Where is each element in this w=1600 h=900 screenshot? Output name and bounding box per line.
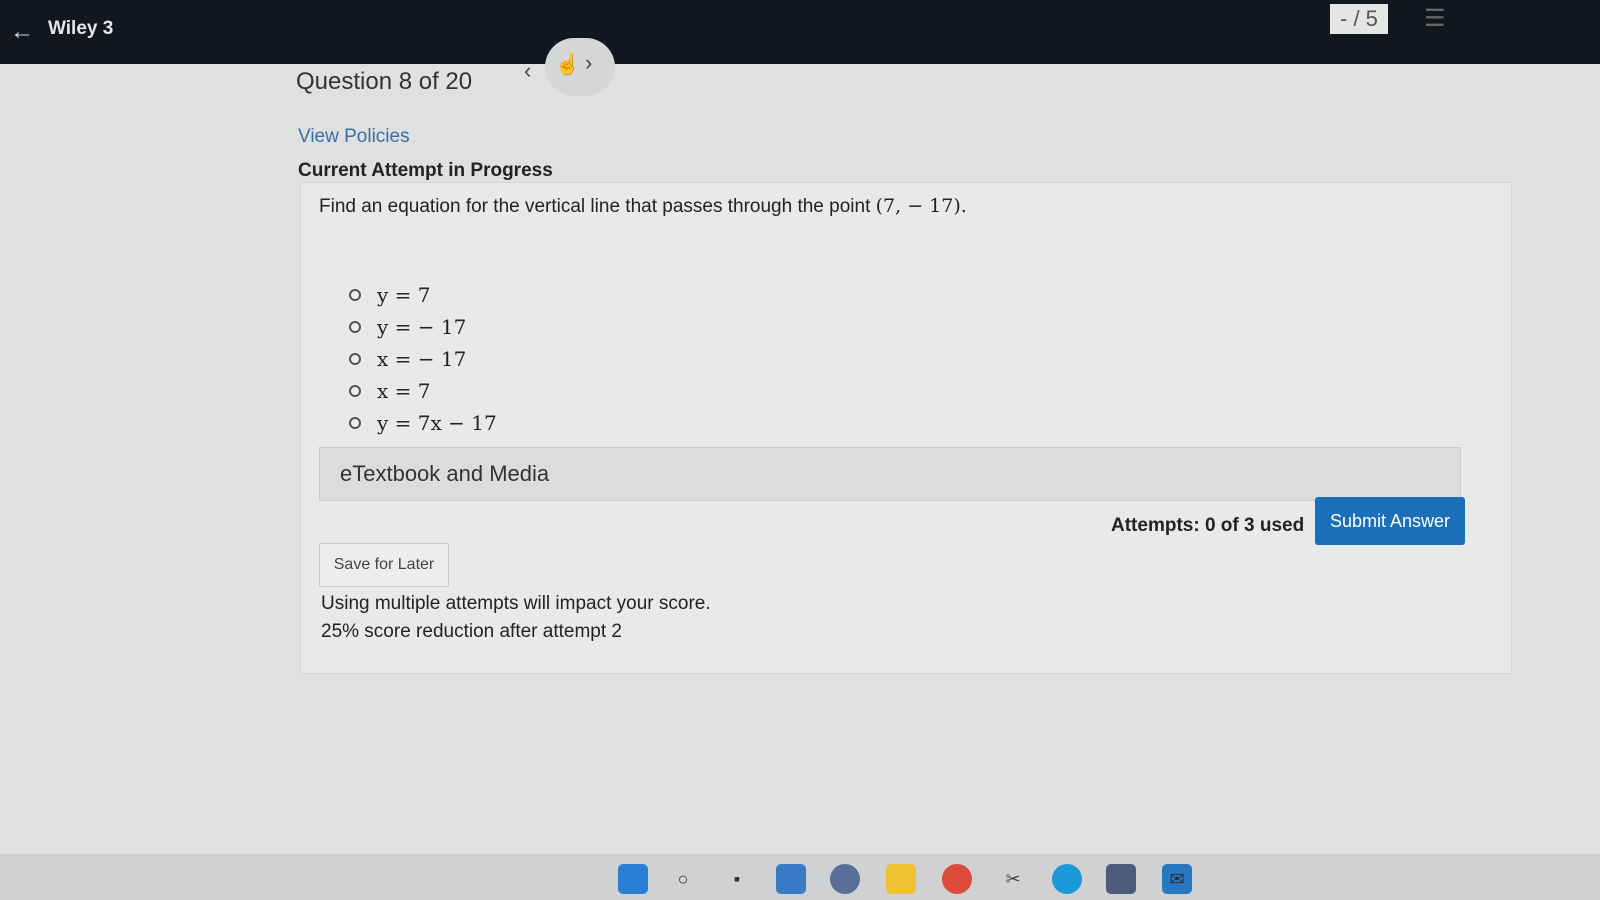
score-display: - / 5 xyxy=(1330,4,1388,34)
radio-button[interactable] xyxy=(349,353,361,365)
task-view-icon[interactable]: ▪ xyxy=(722,864,752,894)
question-prompt: Find an equation for the vertical line t… xyxy=(319,196,871,217)
radio-button[interactable] xyxy=(349,417,361,429)
question-card: Find an equation for the vertical line t… xyxy=(300,182,1512,674)
next-question-button[interactable]: ☝ › xyxy=(545,38,615,96)
choice-label: y = 7x − 17 xyxy=(377,411,497,435)
attempt-status: Current Attempt in Progress xyxy=(298,160,553,181)
choice-3[interactable]: x = − 17 xyxy=(349,343,497,375)
radio-button[interactable] xyxy=(349,321,361,333)
choice-label: y = − 17 xyxy=(377,315,467,339)
choice-label: x = 7 xyxy=(377,379,431,403)
list-icon[interactable]: ☰ xyxy=(1424,4,1446,33)
answer-choices: y = 7 y = − 17 x = − 17 x = 7 y = 7x − 1… xyxy=(349,279,497,439)
edge-icon[interactable] xyxy=(1052,864,1082,894)
taskbar: ○ ▪ ✂ ✉ xyxy=(0,854,1600,900)
etextbook-media-toggle[interactable]: eTextbook and Media xyxy=(319,447,1461,501)
question-text: Find an equation for the vertical line t… xyxy=(319,195,967,218)
arrow-left-icon[interactable]: ← xyxy=(10,18,34,46)
choice-5[interactable]: y = 7x − 17 xyxy=(349,407,497,439)
choice-label: x = − 17 xyxy=(377,347,467,371)
radio-button[interactable] xyxy=(349,289,361,301)
score-reduction-note: 25% score reduction after attempt 2 xyxy=(321,621,622,642)
choice-2[interactable]: y = − 17 xyxy=(349,311,497,343)
choice-1[interactable]: y = 7 xyxy=(349,279,497,311)
attempts-counter: Attempts: 0 of 3 used xyxy=(1111,515,1305,536)
submit-answer-button[interactable]: Submit Answer xyxy=(1315,497,1465,545)
file-explorer-icon[interactable] xyxy=(886,864,916,894)
hand-pointer-icon: ☝ xyxy=(555,54,580,76)
view-policies-link[interactable]: View Policies xyxy=(298,126,410,148)
choice-4[interactable]: x = 7 xyxy=(349,375,497,407)
app-icon[interactable] xyxy=(830,864,860,894)
mail-icon[interactable]: ✉ xyxy=(1162,864,1192,894)
chevron-right-icon: › xyxy=(585,50,593,75)
course-title[interactable]: Wiley 3 xyxy=(48,18,113,40)
radio-button[interactable] xyxy=(349,385,361,397)
attempts-warning: Using multiple attempts will impact your… xyxy=(321,593,711,614)
save-for-later-button[interactable]: Save for Later xyxy=(319,543,449,587)
chrome-icon[interactable] xyxy=(942,864,972,894)
question-position: Question 8 of 20 xyxy=(296,68,473,95)
store-icon[interactable] xyxy=(1106,864,1136,894)
snipping-tool-icon[interactable]: ✂ xyxy=(998,864,1028,894)
widgets-icon[interactable] xyxy=(776,864,806,894)
choice-label: y = 7 xyxy=(377,283,431,307)
question-point: (7, − 17). xyxy=(875,195,967,217)
chevron-left-icon[interactable]: ‹ xyxy=(524,58,531,84)
etextbook-label: eTextbook and Media xyxy=(340,461,550,486)
search-icon[interactable]: ○ xyxy=(668,864,698,894)
windows-start-icon[interactable] xyxy=(618,864,648,894)
